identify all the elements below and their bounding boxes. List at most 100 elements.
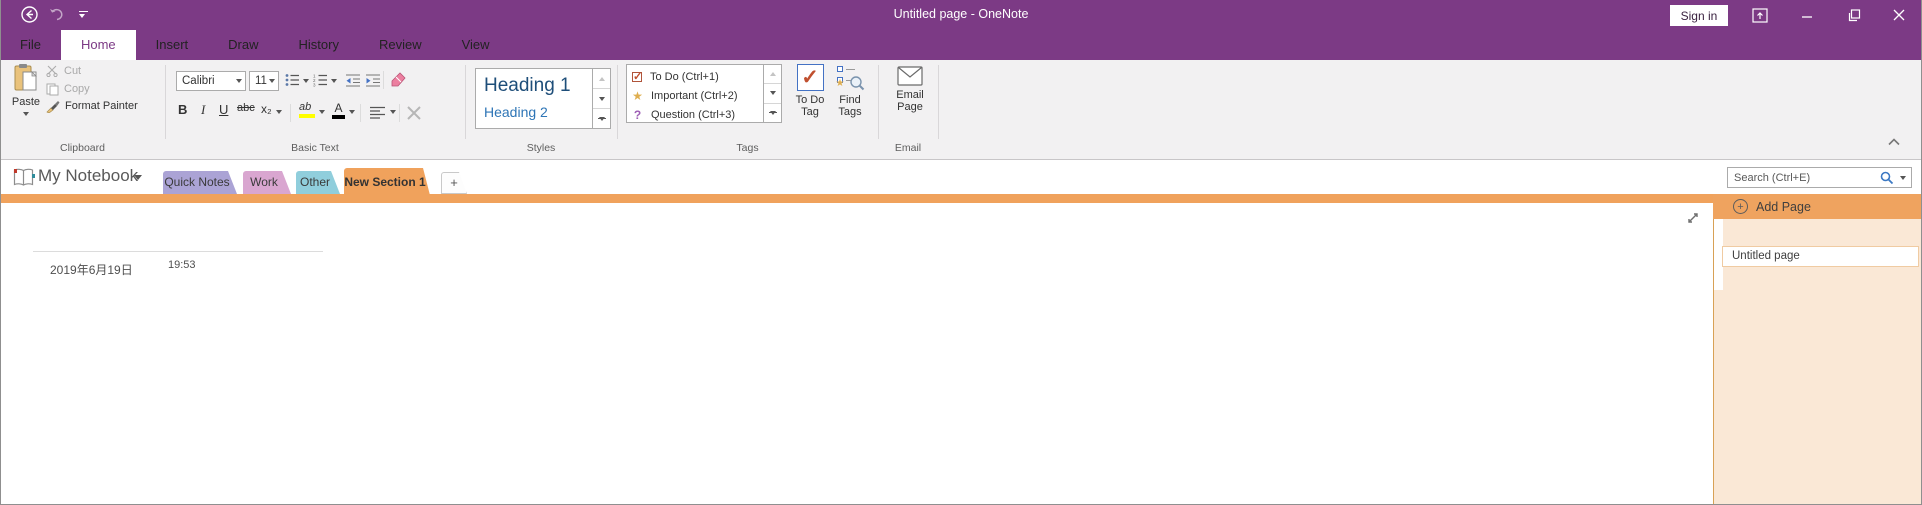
expand-page-icon[interactable] bbox=[1686, 211, 1700, 225]
paragraph-alignment-button[interactable] bbox=[369, 106, 386, 119]
find-tags-label: Find Tags bbox=[830, 94, 870, 118]
font-color-button[interactable]: A bbox=[332, 102, 345, 123]
separator bbox=[383, 71, 384, 89]
todo-tag-label: To Do Tag bbox=[790, 94, 830, 118]
increase-indent-button[interactable] bbox=[365, 73, 381, 87]
tags-scroll-down-icon[interactable] bbox=[764, 84, 781, 103]
tags-more-icon[interactable] bbox=[764, 104, 781, 122]
styles-scroll-down-icon[interactable] bbox=[593, 89, 610, 109]
email-page-button[interactable]: Email Page bbox=[890, 64, 930, 113]
font-color-caret[interactable] bbox=[349, 110, 355, 114]
styles-scroll-buttons bbox=[592, 68, 611, 129]
tags-scroll-up-icon[interactable] bbox=[764, 65, 781, 84]
todo-tag-button[interactable]: ✓ To Do Tag bbox=[790, 64, 830, 118]
font-size-value: 11 bbox=[255, 75, 267, 87]
onenote-window: Untitled page - OneNote Sign in FileHome… bbox=[0, 0, 1922, 505]
styles-more-icon[interactable] bbox=[593, 109, 610, 128]
ribbon-tab-history[interactable]: History bbox=[279, 30, 359, 60]
paste-button[interactable]: Paste bbox=[8, 63, 44, 116]
style-heading-1[interactable]: Heading 1 bbox=[476, 69, 592, 99]
minimize-button[interactable] bbox=[1797, 6, 1817, 24]
tags-gallery[interactable]: To Do (Ctrl+1) ★ Important (Ctrl+2) ?Questi… bbox=[626, 64, 764, 123]
style-heading-2[interactable]: Heading 2 bbox=[476, 99, 592, 123]
restore-button[interactable] bbox=[1844, 6, 1864, 24]
font-color-bar bbox=[332, 115, 345, 119]
copy-label: Copy bbox=[64, 83, 90, 95]
find-tags-button[interactable]: ★ Find Tags bbox=[832, 64, 868, 118]
star-icon: ★ bbox=[632, 89, 643, 103]
alignment-caret[interactable] bbox=[390, 110, 396, 114]
font-size-combobox[interactable]: 11 bbox=[249, 71, 279, 91]
question-icon: ? bbox=[632, 108, 643, 122]
delete-button[interactable] bbox=[406, 105, 422, 121]
font-name-caret[interactable] bbox=[236, 79, 242, 83]
search-icon[interactable] bbox=[1880, 171, 1894, 185]
subscript-caret[interactable] bbox=[276, 110, 282, 114]
ribbon-tab-draw[interactable]: Draw bbox=[208, 30, 278, 60]
add-page-button[interactable]: + Add Page bbox=[1713, 194, 1921, 219]
paste-label: Paste bbox=[12, 96, 40, 108]
ribbon-tab-review[interactable]: Review bbox=[359, 30, 442, 60]
page-title-separator bbox=[33, 251, 323, 252]
tag-item[interactable]: To Do (Ctrl+1) bbox=[627, 67, 763, 86]
tag-item[interactable]: ★ Important (Ctrl+2) bbox=[627, 86, 763, 105]
ribbon-tab-file[interactable]: File bbox=[0, 30, 61, 60]
tags-scroll-buttons bbox=[763, 64, 782, 123]
font-name-value: Calibri bbox=[182, 75, 215, 87]
tag-item-label: To Do (Ctrl+1) bbox=[650, 71, 719, 83]
strikethrough-button[interactable]: abc bbox=[237, 102, 255, 123]
underline-button[interactable]: U bbox=[219, 102, 228, 123]
group-separator bbox=[165, 65, 166, 139]
format-painter-button[interactable]: Format Painter bbox=[46, 98, 138, 114]
clear-formatting-eraser-icon[interactable] bbox=[390, 72, 407, 87]
page-date-stamp[interactable]: 2019年6月19日 bbox=[50, 261, 133, 278]
separator bbox=[360, 104, 361, 122]
styles-group-label: Styles bbox=[465, 142, 617, 154]
font-size-caret[interactable] bbox=[269, 79, 275, 83]
cut-label: Cut bbox=[64, 65, 81, 77]
page-list: Untitled page bbox=[1722, 240, 1919, 267]
copy-button[interactable]: Copy bbox=[46, 81, 90, 97]
sign-in-button[interactable]: Sign in bbox=[1670, 5, 1728, 26]
search-scope-caret[interactable] bbox=[1900, 176, 1906, 180]
bullets-caret[interactable] bbox=[303, 79, 309, 83]
paste-icon bbox=[14, 63, 38, 92]
copy-icon bbox=[46, 83, 59, 96]
separator bbox=[290, 104, 291, 122]
paste-dropdown-caret[interactable] bbox=[23, 112, 29, 116]
section-tab-new-section-1[interactable]: New Section 1 bbox=[344, 168, 432, 203]
italic-button[interactable]: I bbox=[201, 102, 205, 123]
notebook-icon bbox=[13, 168, 35, 187]
highlight-caret[interactable] bbox=[319, 110, 325, 114]
page-time-stamp[interactable]: 19:53 bbox=[168, 259, 196, 271]
section-tab-quick-notes[interactable]: Quick Notes bbox=[163, 171, 237, 194]
numbering-button[interactable]: 123 bbox=[313, 73, 328, 87]
notebook-dropdown-caret[interactable] bbox=[134, 175, 142, 180]
styles-gallery[interactable]: Heading 1 Heading 2 bbox=[475, 68, 593, 129]
tag-item[interactable]: ?Question (Ctrl+3) bbox=[627, 105, 763, 124]
cut-button[interactable]: Cut bbox=[46, 63, 81, 79]
ribbon-tab-view[interactable]: View bbox=[442, 30, 510, 60]
notebook-name[interactable]: My Notebook bbox=[38, 166, 138, 186]
active-section-band bbox=[0, 194, 1922, 203]
ribbon-tab-insert[interactable]: Insert bbox=[136, 30, 209, 60]
collapse-ribbon-icon[interactable] bbox=[1888, 138, 1900, 146]
search-box[interactable]: Search (Ctrl+E) bbox=[1727, 167, 1912, 188]
group-separator bbox=[617, 65, 618, 139]
highlight-button[interactable]: ab bbox=[299, 102, 315, 123]
bullets-button[interactable] bbox=[285, 73, 300, 87]
group-separator bbox=[878, 65, 879, 139]
format-painter-icon bbox=[46, 100, 60, 113]
decrease-indent-button[interactable] bbox=[345, 73, 361, 87]
page-list-item[interactable]: Untitled page bbox=[1722, 246, 1919, 267]
subscript-button[interactable]: x₂ bbox=[261, 102, 272, 123]
close-button[interactable] bbox=[1889, 6, 1909, 24]
tag-item-label: Important (Ctrl+2) bbox=[651, 90, 738, 102]
email-group-label: Email bbox=[878, 142, 938, 154]
ribbon-display-options-icon[interactable] bbox=[1750, 6, 1770, 24]
styles-scroll-up-icon[interactable] bbox=[593, 69, 610, 89]
bold-button[interactable]: B bbox=[178, 102, 187, 123]
font-name-combobox[interactable]: Calibri bbox=[176, 71, 246, 91]
numbering-caret[interactable] bbox=[331, 79, 337, 83]
ribbon-tab-home[interactable]: Home bbox=[61, 30, 136, 60]
